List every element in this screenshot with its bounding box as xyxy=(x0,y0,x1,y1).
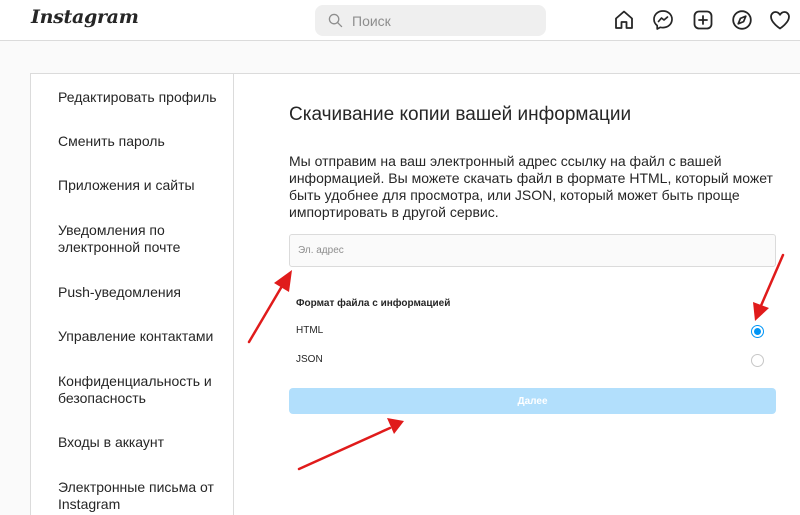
messenger-icon[interactable] xyxy=(651,8,675,32)
sidebar-item-push-notifications[interactable]: Push-уведомления xyxy=(58,284,228,301)
download-description: Мы отправим на ваш электронный адрес ссы… xyxy=(289,153,773,220)
next-button[interactable]: Далее xyxy=(289,388,776,414)
download-data-panel: Скачивание копии вашей информации Мы отп… xyxy=(234,74,800,515)
instagram-logo[interactable]: Instagram xyxy=(31,6,139,28)
explore-icon[interactable] xyxy=(730,8,754,32)
search-icon xyxy=(328,13,343,28)
new-post-icon[interactable] xyxy=(691,8,715,32)
sidebar-item-edit-profile[interactable]: Редактировать профиль xyxy=(58,89,228,106)
top-navigation-bar: Instagram xyxy=(0,0,800,41)
sidebar-item-email-notifications[interactable]: Уведомления по электронной почте xyxy=(58,222,228,256)
format-option-html-label[interactable]: HTML xyxy=(296,325,323,336)
file-format-label: Формат файла с информацией xyxy=(296,298,451,309)
sidebar-item-apps-and-websites[interactable]: Приложения и сайты xyxy=(58,177,228,194)
settings-sidebar: Редактировать профиль Сменить пароль При… xyxy=(31,74,234,515)
page-title: Скачивание копии вашей информации xyxy=(289,104,632,125)
search-box[interactable] xyxy=(315,5,546,36)
sidebar-item-login-activity[interactable]: Входы в аккаунт xyxy=(58,434,228,451)
format-html-radio[interactable] xyxy=(751,325,764,338)
sidebar-item-emails-from-instagram[interactable]: Электронные письма от Instagram xyxy=(58,479,228,513)
format-option-json-label[interactable]: JSON xyxy=(296,354,323,365)
format-json-radio[interactable] xyxy=(751,354,764,367)
sidebar-item-privacy-and-security[interactable]: Конфиденциальность и безопасность xyxy=(58,373,228,407)
activity-heart-icon[interactable] xyxy=(768,8,792,32)
home-icon[interactable] xyxy=(612,8,636,32)
sidebar-item-change-password[interactable]: Сменить пароль xyxy=(58,133,228,150)
email-field[interactable] xyxy=(289,234,776,267)
sidebar-item-manage-contacts[interactable]: Управление контактами xyxy=(58,328,238,345)
search-input[interactable] xyxy=(352,10,532,31)
settings-card: Редактировать профиль Сменить пароль При… xyxy=(30,73,800,515)
